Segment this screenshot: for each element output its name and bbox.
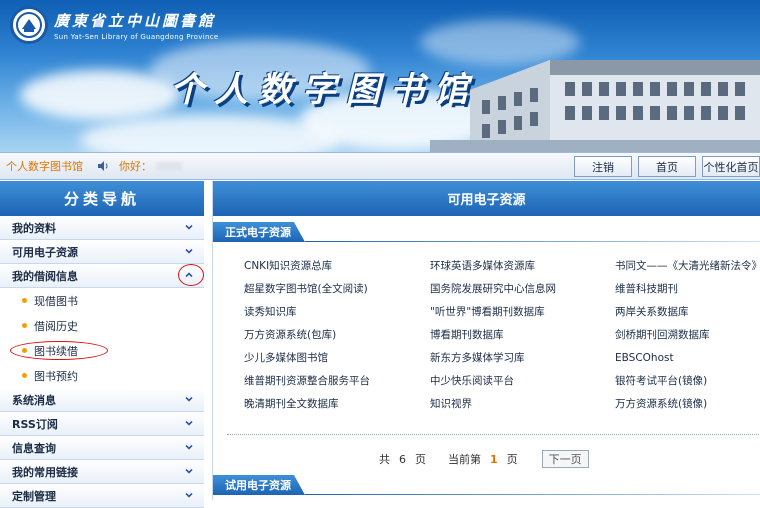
resource-link[interactable]: 国务院发展研究中心信息网 [398,281,583,296]
next-page-button[interactable]: 下一页 [541,450,589,468]
resource-link[interactable]: 维普期刊资源整合服务平台 [213,373,398,388]
resource-row: CNKI知识资源总库环球英语多媒体资源库书同文——《大清光绪新法令》全文 [213,254,760,277]
sidebar-subitem-borrow-history[interactable]: 借阅历史 [0,313,204,338]
pager-total-suffix: 页 [415,453,426,466]
library-building-illustration [430,60,760,152]
library-emblem-icon [10,6,48,44]
resource-link[interactable]: 剑桥期刊回溯数据库 [583,327,760,342]
bullet-icon [22,373,27,378]
chevron-down-icon [185,420,193,426]
sidebar-subitem-renew-books[interactable]: 图书续借 [0,338,204,363]
highlight-ellipse [10,341,108,360]
pager-total-prefix: 共 [379,453,390,466]
category-sidebar: 分类导航 我的资料 可用电子资源 我的借阅信息 现借图书 借阅历史 图书续借 图… [0,181,204,508]
resource-link[interactable]: 中少快乐阅读平台 [398,373,583,388]
library-logo[interactable]: 廣東省立中山圖書館 Sun Yat-Sen Library of Guangdo… [10,6,218,44]
sidebar-subitem-current-loans[interactable]: 现借图书 [0,288,204,313]
resource-list: CNKI知识资源总库环球英语多媒体资源库书同文——《大清光绪新法令》全文超星数字… [213,254,760,415]
sidebar-item-e-resources[interactable]: 可用电子资源 [0,240,204,264]
resource-link[interactable]: 万方资源系统(镜像) [583,396,760,411]
trial-resources-tab: 试用电子资源 [213,475,305,495]
resource-link[interactable]: 知识视界 [398,396,583,411]
main-title: 可用电子资源 [213,181,760,216]
site-name-link[interactable]: 个人数字图书馆 [6,158,83,174]
resource-link[interactable]: 晚清期刊全文数据库 [213,396,398,411]
top-nav-bar: 个人数字图书馆 你好： 注销 首页 个性化首页 [0,152,760,180]
pager-current-page: 1 [490,452,498,466]
pagination: 共 6 页 当前第 1 页 下一页 [213,449,760,469]
pager-current-prefix: 当前第 [448,453,481,466]
section-divider [305,493,760,495]
resource-row: 少儿多媒体图书馆 新东方多媒体学习库 EBSCOhost [213,346,760,369]
trial-resources-header: 试用电子资源 [213,475,760,495]
chevron-down-icon [185,444,193,450]
dotted-divider [227,434,760,435]
sidebar-item-borrowing-info[interactable]: 我的借阅信息 [0,264,204,288]
username-blurred [156,161,182,171]
chevron-down-icon [185,224,193,230]
sidebar-item-rss[interactable]: RSS订阅 [0,412,204,436]
sidebar-item-common-links[interactable]: 我的常用链接 [0,460,204,484]
resource-row: 万方资源系统(包库) 博看期刊数据库 剑桥期刊回溯数据库 [213,323,760,346]
resource-link[interactable]: 环球英语多媒体资源库 [398,258,583,273]
sidebar-subitem-reserve-books[interactable]: 图书预约 [0,363,204,388]
chevron-down-icon [185,468,193,474]
resource-link[interactable]: EBSCOhost [583,352,760,364]
resource-link[interactable]: 两岸关系数据库 [583,304,760,319]
section-divider [305,240,760,242]
highlight-circle [178,264,204,286]
resource-link[interactable]: 读秀知识库 [213,304,398,319]
pager-total-pages: 6 [399,452,406,466]
resource-link[interactable]: 博看期刊数据库 [398,327,583,342]
formal-resources-tab: 正式电子资源 [213,222,305,242]
resource-link[interactable]: 少儿多媒体图书馆 [213,350,398,365]
library-name-en: Sun Yat-Sen Library of Guangdong Provinc… [54,32,219,41]
home-button[interactable]: 首页 [638,156,696,177]
library-name-cn: 廣東省立中山圖書館 [54,11,217,30]
resource-link[interactable]: 银符考试平台(镜像) [583,373,760,388]
resource-link[interactable]: CNKI知识资源总库 [213,258,398,273]
resource-link[interactable]: 超星数字图书馆(全文阅读) [213,281,398,296]
resource-row: 读秀知识库 "听世界"博看期刊数据库 两岸关系数据库 [213,300,760,323]
main-content: 可用电子资源 正式电子资源 CNKI知识资源总库 环球英语多媒体资源库 书同文——《… [212,181,760,500]
resource-row: 超星数字图书馆(全文阅读) 国务院发展研究中心信息网 维普科技期刊 [213,277,760,300]
personalized-home-button[interactable]: 个性化首页 [702,156,760,177]
bullet-icon [22,298,27,303]
formal-resources-header: 正式电子资源 [213,222,760,242]
logout-button[interactable]: 注销 [574,156,632,177]
bullet-icon [22,323,27,328]
sidebar-item-info-query[interactable]: 信息查询 [0,436,204,460]
resource-link[interactable]: 万方资源系统(包库) [213,327,398,342]
speaker-icon[interactable] [97,160,109,172]
resource-link[interactable]: 维普科技期刊 [583,281,760,296]
greeting-label: 你好： [119,160,152,173]
resource-link[interactable]: 书同文——《大清光绪新法令》全文 [583,258,760,273]
pager-current-suffix: 页 [506,453,518,466]
resource-link[interactable]: 新东方多媒体学习库 [398,350,583,365]
header-banner: 廣東省立中山圖書館 Sun Yat-Sen Library of Guangdo… [0,0,760,152]
resource-link[interactable]: "听世界"博看期刊数据库 [398,304,583,319]
sidebar-item-customize[interactable]: 定制管理 [0,484,204,508]
sidebar-item-my-profile[interactable]: 我的资料 [0,216,204,240]
resource-row: 维普期刊资源整合服务平台 中少快乐阅读平台 银符考试平台(镜像) [213,369,760,392]
chevron-down-icon [185,248,193,254]
chevron-down-icon [185,396,193,402]
sidebar-item-system-messages[interactable]: 系统消息 [0,388,204,412]
resource-row: 晚清期刊全文数据库 知识视界 万方资源系统(镜像) [213,392,760,415]
chevron-down-icon [185,492,193,498]
sidebar-title: 分类导航 [0,181,204,216]
